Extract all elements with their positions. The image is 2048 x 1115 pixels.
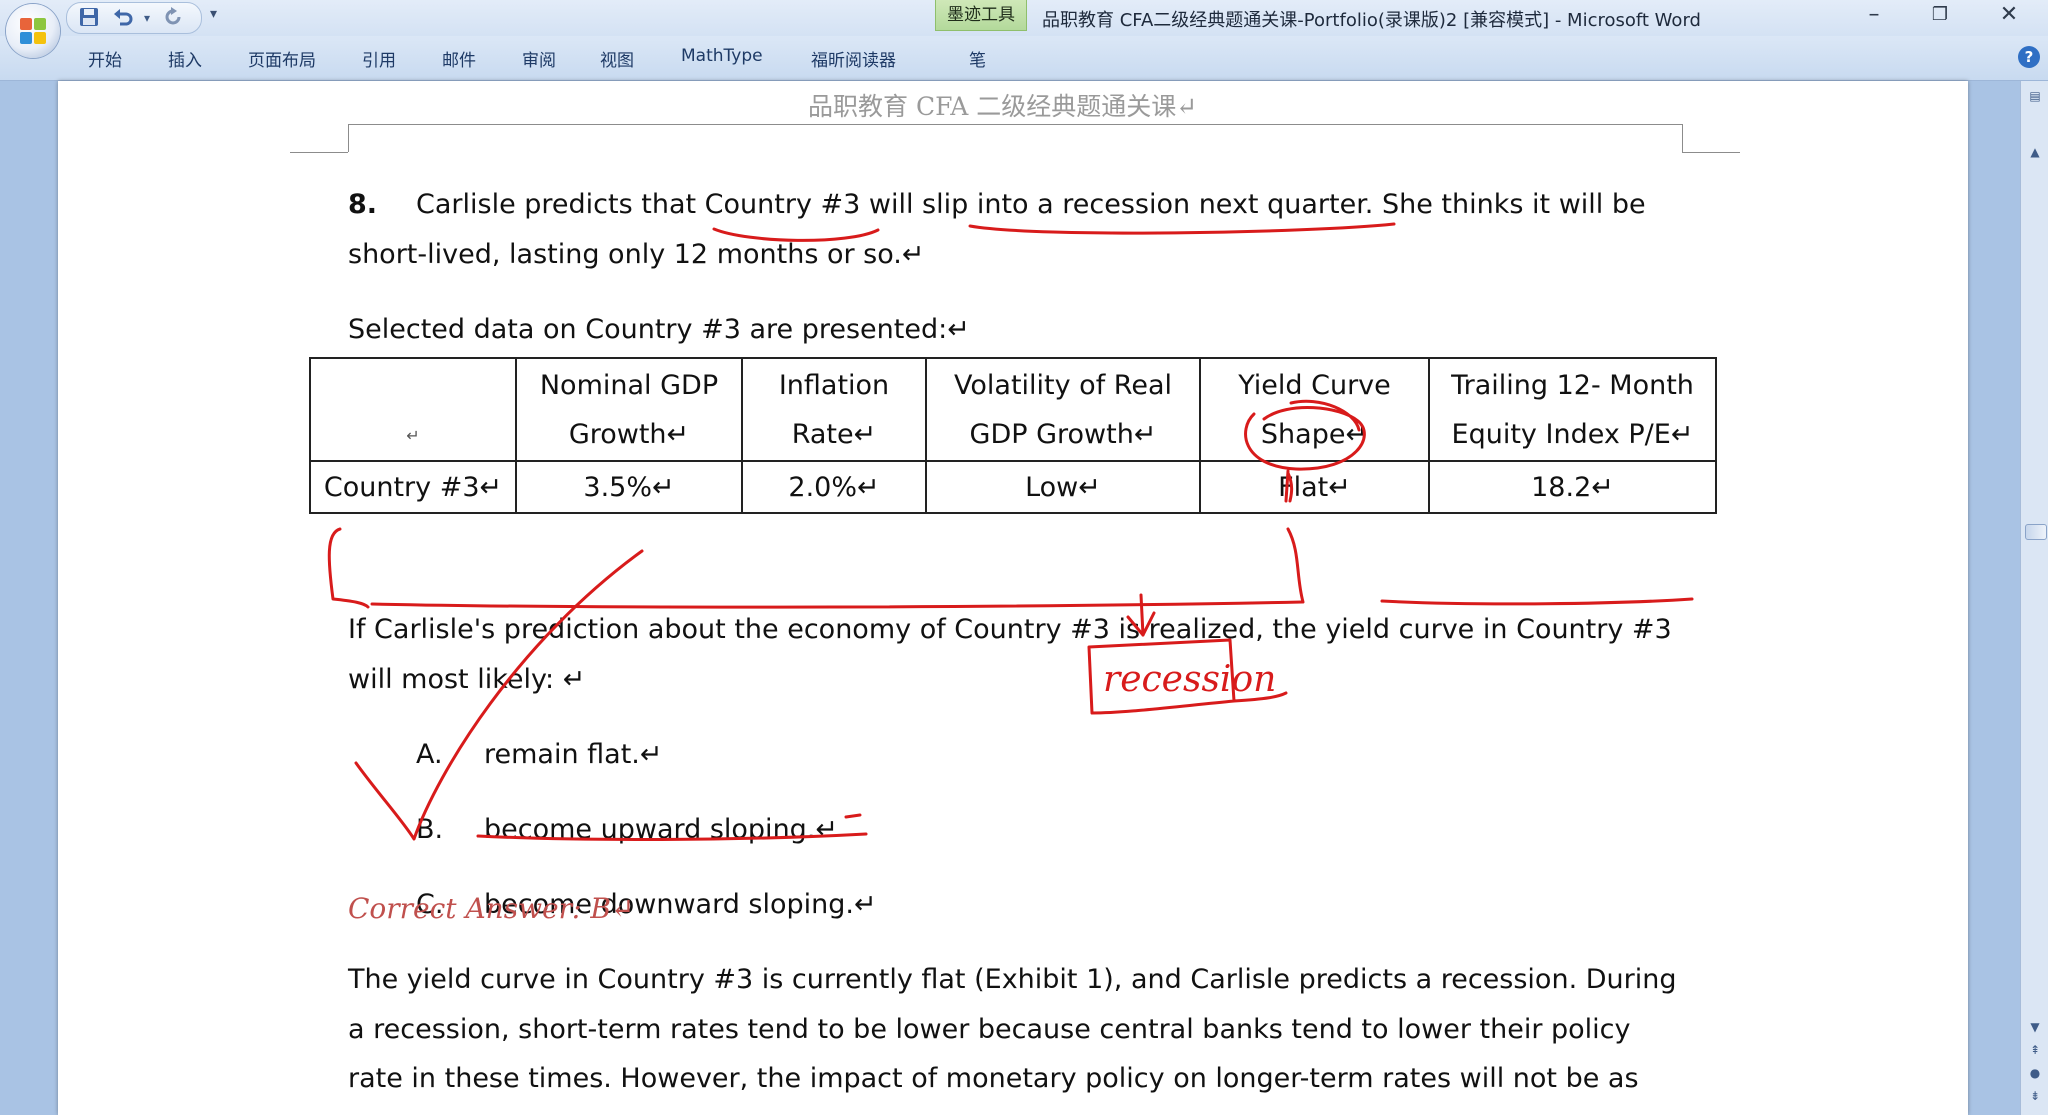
ruler-toggle-icon[interactable]: ▤ xyxy=(2025,87,2045,105)
tab-mailings[interactable]: 邮件 xyxy=(442,46,476,71)
tab-references[interactable]: 引用 xyxy=(362,46,396,71)
customize-quick-access-icon[interactable]: ▾ xyxy=(210,6,217,22)
save-icon[interactable] xyxy=(77,6,101,30)
tab-foxit-reader[interactable]: 福昕阅读器 xyxy=(811,46,896,71)
vertical-scrollbar[interactable]: ▤ ▲ ▼ ⇞ ● ⇟ xyxy=(2020,81,2048,1115)
ink-underline-yield-curve xyxy=(1380,597,1694,606)
title-bar: ▾ ▾ 墨迹工具 品职教育 CFA二级经典题通关课-Portfolio(录课版)… xyxy=(0,0,2048,36)
ink-bracket-left xyxy=(327,527,370,609)
tab-view[interactable]: 视图 xyxy=(600,46,634,71)
undo-icon[interactable] xyxy=(111,6,135,30)
next-page-icon[interactable]: ⇟ xyxy=(2025,1087,2045,1105)
undo-dropdown-icon[interactable]: ▾ xyxy=(135,6,159,30)
redo-icon[interactable] xyxy=(161,6,185,30)
tab-insert[interactable]: 插入 xyxy=(168,46,202,71)
minimize-button[interactable]: – xyxy=(1845,0,1903,30)
ink-arrow-from-circle xyxy=(1284,469,1294,503)
tab-review[interactable]: 审阅 xyxy=(522,46,556,71)
tab-pen[interactable]: 笔 xyxy=(969,46,986,71)
ink-dash xyxy=(844,813,862,819)
ribbon-tab-bar: 开始 插入 页面布局 引用 邮件 审阅 视图 MathType 福昕阅读器 笔 … xyxy=(0,36,2048,81)
restore-button[interactable]: ❐ xyxy=(1911,0,1969,30)
quick-access-toolbar: ▾ xyxy=(66,2,202,34)
tab-mathtype[interactable]: MathType xyxy=(681,46,763,66)
ink-underline-country xyxy=(712,227,880,242)
ink-bracket-right xyxy=(1286,527,1305,604)
ink-underline-option-b xyxy=(476,832,868,842)
ink-circle-flat xyxy=(1244,399,1366,471)
tab-page-layout[interactable]: 页面布局 xyxy=(248,46,316,71)
ink-tools-context-tab: 墨迹工具 xyxy=(935,0,1027,31)
office-button[interactable] xyxy=(6,4,60,58)
scroll-up-icon[interactable]: ▲ xyxy=(2025,143,2045,161)
ink-underline-prompt xyxy=(370,600,1304,609)
ink-checkmark xyxy=(354,549,644,841)
help-icon[interactable]: ? xyxy=(2018,46,2040,68)
ink-handwritten-recession: recession xyxy=(1103,659,1276,700)
ink-underline-recession xyxy=(968,222,1396,235)
office-logo-icon xyxy=(20,18,46,44)
scroll-thumb[interactable] xyxy=(2025,524,2047,540)
previous-page-icon[interactable]: ⇞ xyxy=(2025,1041,2045,1059)
scroll-down-icon[interactable]: ▼ xyxy=(2025,1018,2045,1036)
document-page[interactable]: 品职教育 CFA 二级经典题通关课↵ 8. Carlisle predicts … xyxy=(58,81,1968,1115)
browse-object-icon[interactable]: ● xyxy=(2025,1064,2045,1082)
tab-home[interactable]: 开始 xyxy=(88,46,122,71)
document-area: 品职教育 CFA 二级经典题通关课↵ 8. Carlisle predicts … xyxy=(0,81,2020,1115)
close-button[interactable]: ✕ xyxy=(1980,0,2038,30)
ink-annotations: recession xyxy=(327,222,1694,842)
window-title: 品职教育 CFA二级经典题通关课-Portfolio(录课版)2 [兼容模式] … xyxy=(1042,10,1701,31)
ink-down-arrow xyxy=(1126,593,1156,637)
